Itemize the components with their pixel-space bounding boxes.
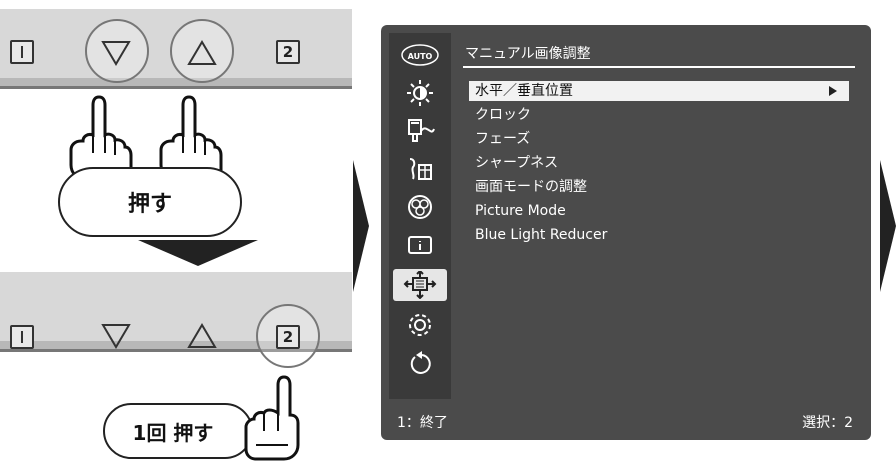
select-hint: 選択：2 bbox=[802, 415, 853, 431]
osd-sidebar: AUTO bbox=[389, 33, 451, 399]
audio-icon[interactable] bbox=[393, 153, 447, 185]
menu-item-position[interactable]: 水平／垂直位置 bbox=[469, 81, 849, 101]
button-2-top[interactable]: 2 bbox=[276, 40, 300, 64]
next-arrow-icon bbox=[880, 160, 896, 292]
svg-text:AUTO: AUTO bbox=[408, 52, 433, 61]
settings-icon[interactable] bbox=[393, 309, 447, 341]
menu-title: マニュアル画像調整 bbox=[465, 46, 591, 62]
button-1-top[interactable] bbox=[10, 40, 34, 64]
menu-item-label: 画面モードの調整 bbox=[475, 179, 587, 195]
menu-item-label: Picture Mode bbox=[475, 203, 566, 219]
hand-pointing-icon bbox=[244, 375, 300, 461]
down-triangle-button[interactable] bbox=[101, 40, 131, 66]
title-divider bbox=[463, 66, 855, 68]
down-arrow-icon bbox=[138, 240, 258, 266]
menu-item-label: 水平／垂直位置 bbox=[475, 83, 573, 99]
menu-item-clock[interactable]: クロック bbox=[469, 105, 849, 125]
osd-status-bar: 1：終了 選択：2 bbox=[389, 412, 863, 434]
color-icon[interactable] bbox=[393, 191, 447, 223]
panel-edge bbox=[0, 86, 352, 89]
menu-item-label: シャープネス bbox=[475, 155, 559, 171]
up-triangle-button[interactable] bbox=[187, 40, 217, 66]
osd-content: マニュアル画像調整 水平／垂直位置 クロック フェーズ シャープネス 画面モード… bbox=[455, 33, 863, 399]
submenu-arrow-icon bbox=[829, 86, 837, 96]
menu-item-label: Blue Light Reducer bbox=[475, 227, 608, 243]
reset-icon[interactable] bbox=[393, 347, 447, 379]
menu-item-blue-light[interactable]: Blue Light Reducer bbox=[469, 225, 849, 245]
input-icon[interactable] bbox=[393, 115, 447, 147]
menu-item-picture-mode[interactable]: Picture Mode bbox=[469, 201, 849, 221]
menu-item-phase[interactable]: フェーズ bbox=[469, 129, 849, 149]
exit-hint: 1：終了 bbox=[397, 415, 448, 431]
menu-item-label: クロック bbox=[475, 107, 531, 123]
panel-shade bbox=[0, 78, 352, 86]
up-triangle-button[interactable] bbox=[187, 323, 217, 349]
menu-item-sharpness[interactable]: シャープネス bbox=[469, 153, 849, 173]
down-triangle-button[interactable] bbox=[101, 323, 131, 349]
image-adjust-icon[interactable] bbox=[393, 269, 447, 301]
auto-icon[interactable]: AUTO bbox=[393, 39, 447, 71]
button-2-bottom[interactable]: 2 bbox=[276, 325, 300, 349]
next-arrow-icon bbox=[353, 160, 369, 292]
osd-menu: AUTO マニュアル画像調整 水平／垂直位置 クロック フェーズ シャープネス … bbox=[381, 25, 871, 440]
button-1-bottom[interactable] bbox=[10, 325, 34, 349]
menu-item-label: フェーズ bbox=[475, 131, 531, 147]
press-label: 押す bbox=[58, 167, 242, 237]
brightness-icon[interactable] bbox=[393, 77, 447, 109]
menu-item-screen-mode[interactable]: 画面モードの調整 bbox=[469, 177, 849, 197]
info-icon[interactable] bbox=[393, 229, 447, 261]
press-once-label: 1回 押す bbox=[103, 403, 253, 459]
